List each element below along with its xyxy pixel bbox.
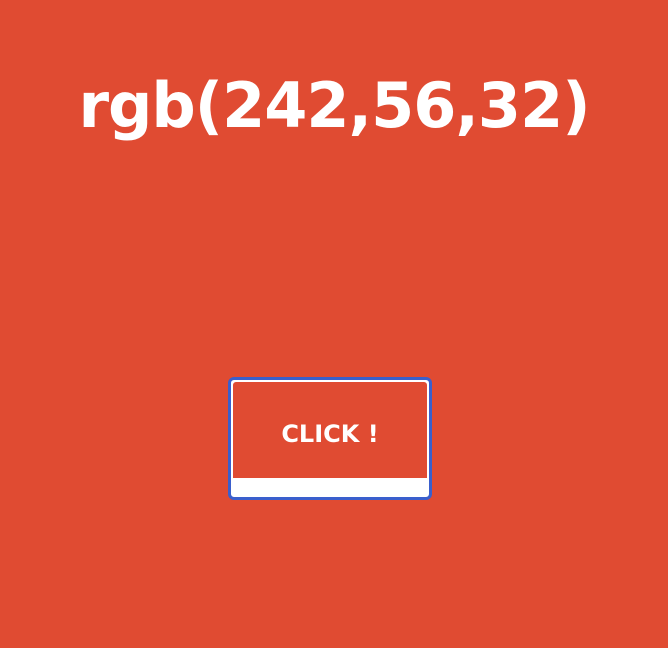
click-button-label: CLICK ! <box>281 420 379 448</box>
click-button[interactable]: CLICK ! <box>228 377 432 500</box>
click-button-face[interactable]: CLICK ! <box>233 382 427 478</box>
color-value-heading: rgb(242,56,32) <box>78 69 590 142</box>
